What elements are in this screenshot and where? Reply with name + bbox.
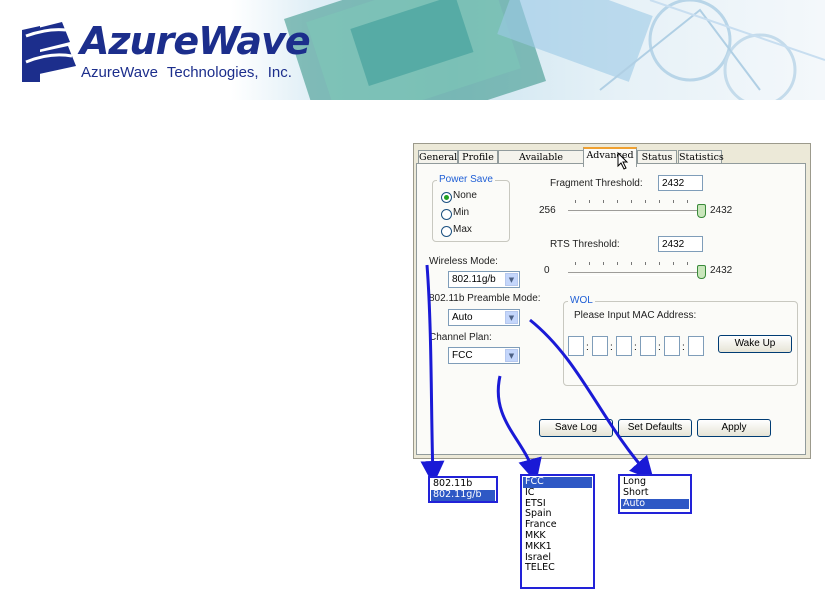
mac-separator: : — [682, 342, 685, 353]
fragment-max-label: 2432 — [710, 205, 733, 216]
wol-group: WOL Please Input MAC Address: : : : : : … — [563, 295, 798, 386]
wireless-mode-select[interactable]: 802.11g/b ▼ — [448, 271, 520, 288]
channel-plan-options-list[interactable]: FCC IC ETSI Spain France MKK MKK1 Israel… — [520, 474, 595, 589]
mac-octet-2-input[interactable] — [592, 336, 608, 356]
list-item[interactable]: IC — [523, 487, 592, 499]
power-save-legend: Power Save — [437, 174, 495, 185]
mouse-cursor-icon — [617, 152, 629, 170]
mac-octet-3-input[interactable] — [616, 336, 632, 356]
set-defaults-button[interactable]: Set Defaults — [618, 419, 692, 437]
list-item[interactable]: TELEC — [523, 563, 592, 574]
power-save-none-label: None — [453, 190, 477, 201]
wol-prompt: Please Input MAC Address: — [574, 310, 697, 321]
chevron-down-icon[interactable]: ▼ — [505, 349, 518, 362]
preamble-mode-select[interactable]: Auto ▼ — [448, 309, 520, 326]
wake-up-button[interactable]: Wake Up — [718, 335, 792, 353]
fragment-min-label: 256 — [539, 205, 556, 216]
power-save-max-label: Max — [453, 224, 472, 235]
chevron-down-icon[interactable]: ▼ — [505, 311, 518, 324]
list-item[interactable]: MKK1 — [523, 541, 592, 553]
rts-max-label: 2432 — [710, 265, 733, 276]
mac-separator: : — [586, 342, 589, 353]
power-save-max-radio[interactable] — [441, 226, 452, 237]
channel-plan-value: FCC — [452, 350, 473, 361]
mac-octet-1-input[interactable] — [568, 336, 584, 356]
fragment-slider-thumb[interactable] — [697, 204, 706, 218]
mac-octet-4-input[interactable] — [640, 336, 656, 356]
advanced-panel: Power Save None Min Max Fragment Thresho… — [416, 163, 806, 455]
mac-octet-6-input[interactable] — [688, 336, 704, 356]
fragment-threshold-label: Fragment Threshold: — [550, 178, 643, 189]
list-item-selected[interactable]: Auto — [621, 498, 689, 510]
mac-octet-5-input[interactable] — [664, 336, 680, 356]
chevron-down-icon[interactable]: ▼ — [505, 273, 518, 286]
power-save-none-radio[interactable] — [441, 192, 452, 203]
power-save-min-label: Min — [453, 207, 470, 218]
mac-separator: : — [610, 342, 613, 353]
fragment-slider[interactable] — [568, 210, 706, 214]
settings-dialog: General Profile Available Network Advanc… — [413, 143, 811, 459]
save-log-button[interactable]: Save Log — [539, 419, 613, 437]
wireless-mode-label: Wireless Mode: — [429, 256, 498, 267]
wol-legend: WOL — [568, 295, 595, 306]
preamble-mode-value: Auto — [452, 312, 473, 323]
brand-logo-text: AzureWave — [80, 19, 311, 63]
power-save-group: Power Save None Min Max — [432, 174, 510, 242]
wireless-mode-options-list[interactable]: 802.11b 802.11g/b — [428, 476, 498, 503]
rts-min-label: 0 — [544, 265, 550, 276]
mac-separator: : — [658, 342, 661, 353]
apply-button[interactable]: Apply — [697, 419, 771, 437]
company-name: AzureWave Technologies, Inc. — [81, 64, 292, 81]
rts-threshold-label: RTS Threshold: — [550, 239, 620, 250]
rts-threshold-input[interactable]: 2432 — [658, 236, 703, 252]
preamble-options-list[interactable]: Long Short Auto — [618, 474, 692, 514]
preamble-mode-label: 802.11b Preamble Mode: — [429, 293, 541, 304]
power-save-min-radio[interactable] — [441, 209, 452, 220]
header-banner: AzureWave AzureWave Technologies, Inc. — [0, 0, 825, 100]
channel-plan-select[interactable]: FCC ▼ — [448, 347, 520, 364]
rts-slider-thumb[interactable] — [697, 265, 706, 279]
rts-slider[interactable] — [568, 272, 706, 276]
mac-separator: : — [634, 342, 637, 353]
fragment-threshold-input[interactable]: 2432 — [658, 175, 703, 191]
channel-plan-label: Channel Plan: — [429, 332, 492, 343]
list-item-selected[interactable]: 802.11g/b — [431, 489, 495, 501]
list-item[interactable]: Short — [621, 487, 689, 499]
wireless-mode-value: 802.11g/b — [452, 274, 496, 285]
